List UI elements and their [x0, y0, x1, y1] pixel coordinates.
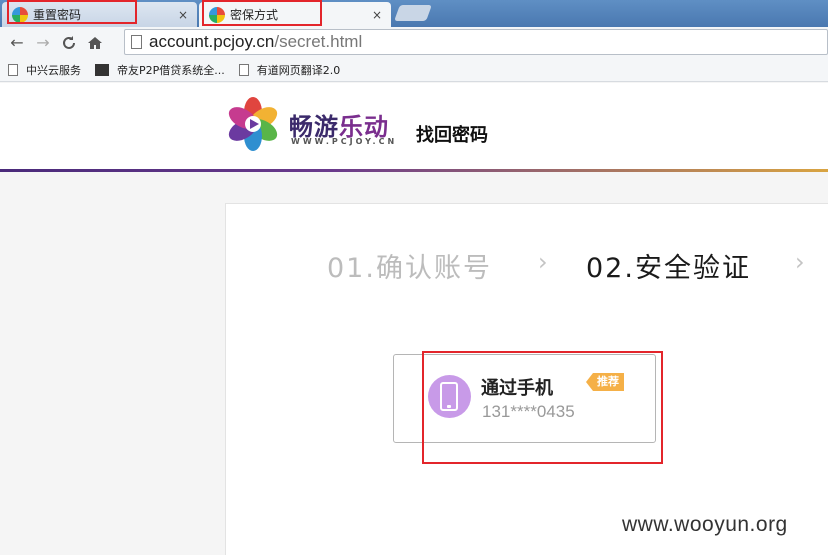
step-separator-icon: ›	[538, 248, 548, 276]
address-bar[interactable]: account.pcjoy.cn/secret.html	[124, 29, 828, 55]
page-icon	[238, 63, 249, 76]
tab-close-icon[interactable]: ×	[371, 8, 383, 22]
new-tab-button[interactable]	[394, 5, 432, 21]
forward-arrow-icon[interactable]: →	[32, 32, 54, 54]
recommended-badge: 推荐	[586, 373, 624, 391]
masked-phone-number: 131****0435	[482, 402, 575, 421]
page-title: 找回密码	[416, 125, 488, 146]
site-favicon-icon	[209, 6, 225, 23]
site-favicon-icon	[12, 6, 28, 23]
bookmark-item[interactable]: 中兴云服务	[8, 62, 81, 78]
step-confirm-account: 01.确认账号	[327, 253, 492, 284]
page-icon	[8, 63, 18, 76]
site-header	[0, 83, 828, 169]
back-arrow-icon[interactable]: ←	[6, 32, 28, 54]
step-security-verify: 02.安全验证	[586, 253, 751, 284]
url-path: /secret.html	[274, 32, 363, 51]
header-divider	[0, 169, 828, 172]
reload-icon[interactable]	[58, 32, 80, 54]
page-icon	[131, 35, 142, 49]
bookmark-item[interactable]: 帝友P2P借贷系统全...	[95, 62, 225, 78]
watermark: www.wooyun.org	[622, 513, 788, 536]
tab-reset-password[interactable]: 重置密码 ×	[2, 2, 197, 27]
bookmark-label: 帝友P2P借贷系统全...	[117, 63, 225, 77]
tab-strip: 重置密码 × 密保方式 ×	[0, 0, 828, 27]
logo-domain: WWW.PCJOY.CN	[291, 137, 398, 146]
tab-security-method[interactable]: 密保方式 ×	[199, 2, 391, 27]
option-title: 通过手机	[481, 378, 553, 399]
bookmark-item[interactable]: 有道网页翻译2.0	[238, 62, 341, 78]
tab-title: 密保方式	[230, 8, 279, 22]
tab-close-icon[interactable]: ×	[177, 8, 189, 22]
tab-title: 重置密码	[33, 8, 82, 22]
step-separator-icon: ›	[795, 248, 805, 276]
url-host: account.pcjoy.cn	[149, 32, 275, 51]
logo-flower-icon[interactable]	[225, 96, 281, 152]
bookmark-label: 有道网页翻译2.0	[256, 63, 341, 77]
site-favicon-icon	[95, 63, 109, 76]
phone-icon-button	[447, 405, 451, 408]
home-icon[interactable]	[84, 32, 106, 54]
bookmarks-bar: 中兴云服务 帝友P2P借贷系统全... 有道网页翻译2.0	[0, 58, 828, 82]
browser-toolbar: ← → account.pcjoy.cn/secret.html	[0, 27, 828, 58]
bookmark-label: 中兴云服务	[26, 63, 81, 77]
